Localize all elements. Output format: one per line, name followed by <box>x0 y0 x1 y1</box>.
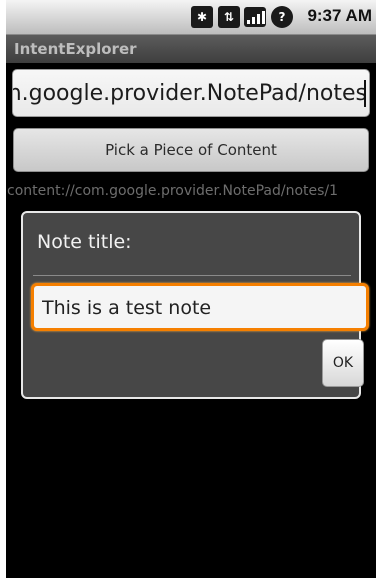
signal-icon <box>244 7 266 27</box>
dialog-divider <box>33 275 351 276</box>
ok-button[interactable]: OK <box>322 339 364 387</box>
app-title: IntentExplorer <box>14 40 137 58</box>
battery-unknown-icon: ? <box>271 6 293 28</box>
status-bar: ✱ ⇅ ? 9:37 AM <box>6 0 376 35</box>
url-field[interactable] <box>12 69 370 117</box>
bluetooth-icon: ✱ <box>191 6 213 28</box>
dialog-title: Note title: <box>37 231 132 253</box>
status-time: 9:37 AM <box>307 6 372 25</box>
data-transfer-icon: ⇅ <box>218 6 240 28</box>
app-title-bar: IntentExplorer <box>6 35 376 63</box>
result-uri-text: content://com.google.provider.NotePad/no… <box>7 183 339 199</box>
phone-screen: ✱ ⇅ ? 9:37 AM IntentExplorer Pick a Piec… <box>6 0 376 578</box>
note-title-input[interactable] <box>42 296 342 320</box>
note-title-dialog: Note title: OK <box>21 211 369 399</box>
pick-content-button[interactable]: Pick a Piece of Content <box>13 128 369 172</box>
note-title-field[interactable] <box>31 283 369 331</box>
url-input[interactable] <box>13 78 367 108</box>
text-cursor <box>364 80 366 107</box>
